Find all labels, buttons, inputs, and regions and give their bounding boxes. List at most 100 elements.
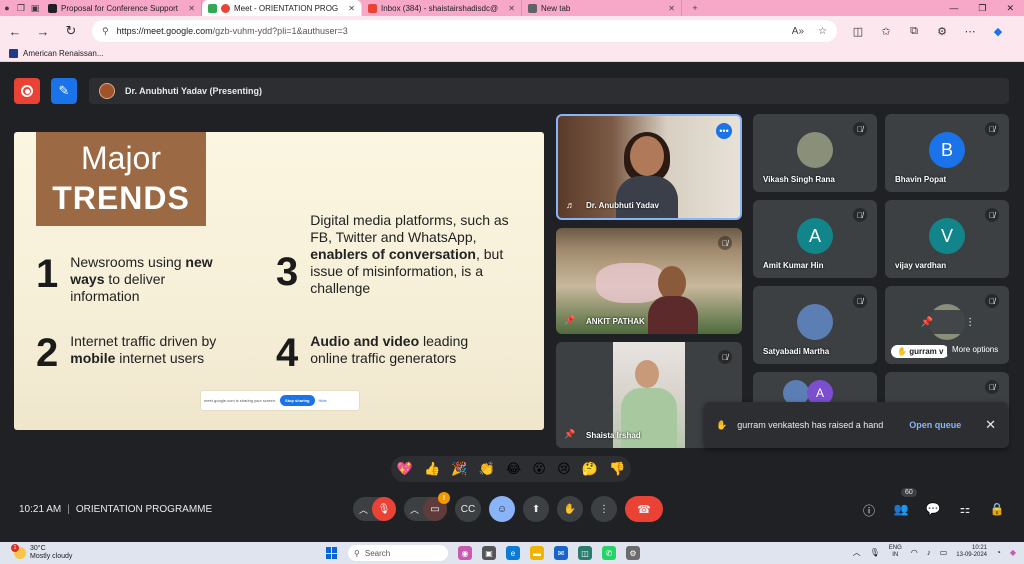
tab-meet[interactable]: Meet - ORIENTATION PROG ✕ <box>202 0 362 16</box>
weather-icon: 1 <box>11 544 26 559</box>
participant-tile-vikash[interactable]: 🎙̸ Vikash Singh Rana <box>753 114 877 192</box>
address-bar[interactable]: ⚲ https://meet.google.com/gzb-vuhm-ydd?p… <box>92 20 837 42</box>
reaction-surprised[interactable]: 😮 <box>532 461 546 477</box>
participant-tile-amit[interactable]: A 🎙̸ Amit Kumar Hin <box>753 200 877 278</box>
windows-start-icon[interactable] <box>326 547 338 559</box>
participant-tile-bhavin[interactable]: B 🎙̸ Bhavin Popat <box>885 114 1009 192</box>
language-indicator[interactable]: ENG IN <box>889 545 902 559</box>
more-menu-icon[interactable]: ⋯ <box>963 25 977 38</box>
taskbar-search[interactable]: ⚲ Search <box>348 545 448 561</box>
raise-hand-button[interactable]: ✋ <box>557 496 584 522</box>
stop-sharing-button[interactable]: Stop sharing <box>280 395 315 406</box>
chat-icon[interactable]: 💬 <box>925 502 941 519</box>
whatsapp-icon[interactable]: ✆ <box>602 546 616 560</box>
camera-off-button[interactable]: ▭! <box>423 492 451 521</box>
widgets-icon[interactable]: ◉ <box>458 546 472 560</box>
tab-new[interactable]: New tab ✕ <box>522 0 682 16</box>
close-tab-icon[interactable]: ✕ <box>188 4 195 13</box>
captions-button[interactable]: CC <box>455 496 482 522</box>
wifi-icon[interactable]: ◠ <box>911 548 918 557</box>
mic-off-button[interactable]: 🎙 <box>372 497 397 521</box>
site-info-icon[interactable]: ⚲ <box>102 26 109 37</box>
whiteboard-button[interactable]: ✎ <box>51 78 77 104</box>
reload-icon[interactable]: ↻ <box>64 23 78 39</box>
reaction-thumbs-down[interactable]: 👎 <box>609 461 625 477</box>
volume-icon[interactable]: ♪ <box>927 548 931 557</box>
participant-tile-ankit[interactable]: 🎙̸ 📌 ANKIT PATHAK <box>556 228 742 334</box>
bookmark-item[interactable]: American Renaissan... <box>23 49 103 58</box>
close-window-icon[interactable]: ✕ <box>1006 3 1014 14</box>
camera-control[interactable]: ︿ ▭! <box>404 492 451 521</box>
new-tab-favicon-icon <box>528 3 537 13</box>
pin-icon[interactable]: 📌 <box>564 429 575 440</box>
profile-icon[interactable]: ● <box>0 1 14 15</box>
participant-name: ANKIT PATHAK <box>586 317 645 326</box>
host-controls-icon[interactable]: 🔒 <box>989 502 1005 519</box>
restore-icon[interactable]: ❐ <box>978 3 986 14</box>
reaction-sad[interactable]: 😢 <box>557 461 571 477</box>
tray-chevron-icon[interactable]: ︿ <box>853 547 861 558</box>
present-button[interactable]: ⬆ <box>523 496 550 522</box>
emoji-reactions-button[interactable]: ☺ <box>489 496 516 522</box>
reaction-thinking[interactable]: 🤔 <box>582 461 598 477</box>
new-tab-plus-icon[interactable]: + <box>688 1 702 15</box>
reaction-thumbs-up[interactable]: 👍 <box>424 461 440 477</box>
reaction-clap[interactable]: 👏 <box>479 461 495 477</box>
more-options-icon[interactable]: ⋮ <box>965 317 975 328</box>
close-tab-icon[interactable]: ✕ <box>348 4 355 13</box>
hide-banner-button[interactable]: Hide <box>319 398 327 403</box>
forward-icon[interactable]: → <box>36 24 50 39</box>
participant-tile-satyabadi[interactable]: 🎙̸ Satyabadi Martha <box>753 286 877 364</box>
favorite-star-icon[interactable]: ☆ <box>818 26 827 37</box>
task-view-icon[interactable]: ▣ <box>482 546 496 560</box>
close-tab-icon[interactable]: ✕ <box>668 4 675 13</box>
chevron-up-icon[interactable]: ︿ <box>410 503 419 516</box>
activities-icon[interactable]: ⚏ <box>957 502 973 519</box>
participant-tile-vijay[interactable]: V 🎙̸ vijay vardhan <box>885 200 1009 278</box>
weather-widget[interactable]: 1 30°C Mostly cloudy <box>0 544 110 561</box>
meeting-details-icon[interactable]: ⓘ <box>861 502 877 519</box>
copilot-icon[interactable]: ◆ <box>991 25 1005 38</box>
more-options-button[interactable]: ⋮ <box>591 496 618 522</box>
avatar <box>797 132 833 168</box>
mic-control[interactable]: ︿ 🎙 <box>353 497 397 521</box>
tab-actions-icon[interactable]: ▣ <box>28 1 42 15</box>
reaction-party[interactable]: 🎉 <box>451 461 467 477</box>
collections-icon[interactable]: ⧉ <box>907 25 921 38</box>
people-icon[interactable]: 👥 <box>893 502 909 519</box>
file-explorer-icon[interactable]: ▬ <box>530 546 544 560</box>
notifications-icon[interactable]: ◔ <box>996 548 1001 557</box>
close-notification-icon[interactable]: ✕ <box>985 417 996 433</box>
recording-button[interactable] <box>14 78 40 104</box>
tile-more-options-icon[interactable]: ••• <box>716 123 732 139</box>
edge-icon[interactable]: e <box>506 546 520 560</box>
read-aloud-icon[interactable]: A» <box>792 26 804 37</box>
copilot-taskbar-icon[interactable]: ◆ <box>1010 548 1016 557</box>
store-icon[interactable]: ◫ <box>578 546 592 560</box>
leave-call-button[interactable]: ☎ <box>625 496 664 522</box>
system-clock[interactable]: 10:21 13-09-2024 <box>956 545 987 559</box>
reaction-laugh[interactable]: 😂 <box>506 461 521 477</box>
extensions-icon[interactable]: ⚙ <box>935 25 949 38</box>
workspaces-icon[interactable]: ❐ <box>14 1 28 15</box>
split-screen-icon[interactable]: ◫ <box>851 25 865 38</box>
microphone-icon[interactable]: 🎙 <box>870 548 880 557</box>
close-tab-icon[interactable]: ✕ <box>508 4 515 13</box>
minimize-icon[interactable]: — <box>949 3 958 14</box>
pin-icon[interactable]: 📌 <box>921 317 933 328</box>
participant-tile-presenter[interactable]: ••• ♬ Dr. Anubhuti Yadav <box>556 114 742 220</box>
mail-icon[interactable]: ✉ <box>554 546 568 560</box>
settings-icon[interactable]: ⚙ <box>626 546 640 560</box>
chevron-up-icon[interactable]: ︿ <box>359 503 368 516</box>
whiteboard-icon: ✎ <box>58 83 70 98</box>
pin-icon[interactable]: 📌 <box>564 315 575 326</box>
favorites-icon[interactable]: ✩ <box>879 25 893 38</box>
mic-off-icon: 🎙̸ <box>985 208 999 222</box>
reaction-heart[interactable]: 💖 <box>397 461 413 477</box>
tab-proposal[interactable]: Proposal for Conference Support ✕ <box>42 0 202 16</box>
tab-inbox[interactable]: Inbox (384) - shaistairshadisdc@ ✕ <box>362 0 522 16</box>
open-queue-button[interactable]: Open queue <box>909 420 961 430</box>
back-icon[interactable]: ← <box>8 24 22 39</box>
share-banner-text: meet.google.com is sharing your screen. <box>204 398 277 403</box>
battery-icon[interactable]: ▭ <box>940 548 948 557</box>
